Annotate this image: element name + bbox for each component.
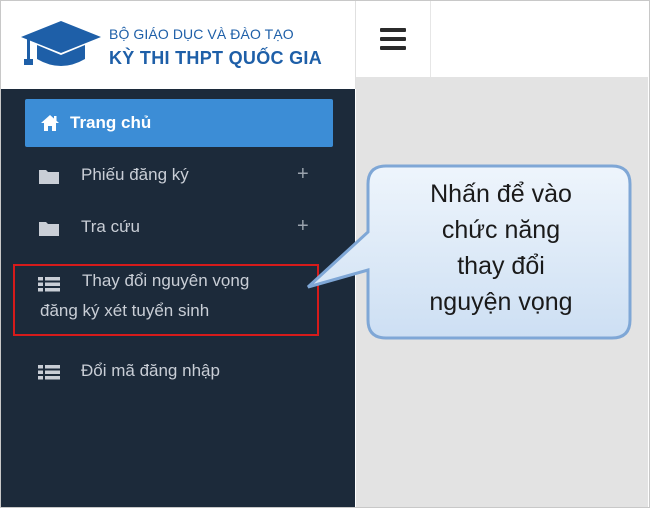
highlight-box	[13, 264, 319, 336]
org-name: BỘ GIÁO DỤC VÀ ĐÀO TẠO	[109, 26, 294, 42]
callout-line: thay đổi	[457, 252, 545, 280]
callout-line: nguyện vọng	[429, 288, 573, 316]
folder-icon	[39, 222, 59, 236]
list-icon	[38, 365, 60, 380]
sidebar-item-label: Tra cứu	[81, 217, 140, 236]
app-title: KỲ THI THPT QUỐC GIA	[109, 48, 322, 68]
sidebar-item-label: Trang chủ	[70, 113, 152, 132]
sidebar-item-change-login-code[interactable]: Đổi mã đăng nhập	[1, 353, 355, 393]
callout-line: chức năng	[441, 216, 561, 244]
folder-icon	[39, 170, 59, 184]
sidebar-item-label: Phiếu đăng ký	[81, 165, 189, 184]
sidebar-item-label: Đổi mã đăng nhập	[81, 361, 220, 380]
sidebar-item-lookup[interactable]: Tra cứu +	[1, 209, 355, 249]
top-bar	[431, 1, 648, 77]
header-logo-area[interactable]: BỘ GIÁO DỤC VÀ ĐÀO TẠO KỲ THI THPT QUỐC …	[1, 1, 355, 89]
graduation-cap-icon	[21, 21, 101, 66]
callout-text: Nhấn để vào chức năng thay đổi nguyện vọ…	[370, 176, 632, 320]
sidebar-item-home[interactable]: Trang chủ	[25, 99, 333, 147]
home-icon	[41, 115, 59, 131]
sidebar-item-registration-form[interactable]: Phiếu đăng ký +	[1, 157, 355, 197]
hamburger-menu-icon	[380, 28, 406, 50]
sidebar: Trang chủ Phiếu đăng ký + Tra cứu + Thay…	[1, 89, 355, 507]
menu-toggle-button[interactable]	[356, 1, 430, 77]
callout-line: Nhấn để vào	[430, 180, 572, 208]
